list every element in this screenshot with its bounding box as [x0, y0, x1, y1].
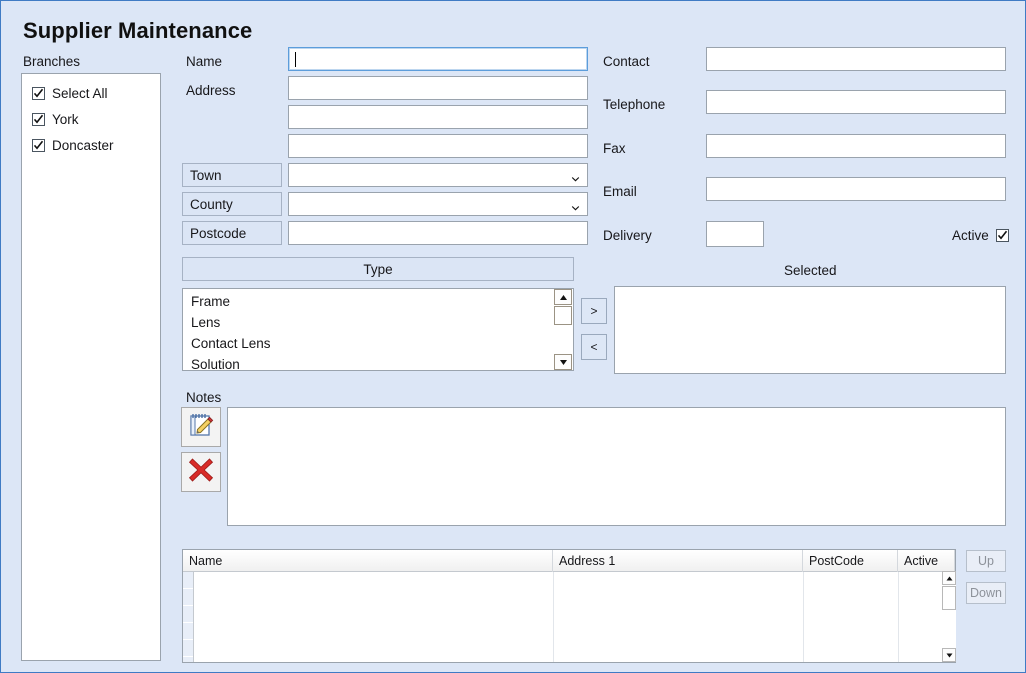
notes-textarea[interactable] [227, 407, 1006, 526]
remove-type-label: < [590, 340, 598, 354]
postcode-input[interactable] [288, 221, 588, 245]
row-header-cell [183, 589, 193, 606]
branch-checkbox-doncaster[interactable]: Doncaster [32, 137, 114, 153]
supplier-maintenance-window: Supplier Maintenance Branches Select All… [0, 0, 1026, 673]
type-selected-listbox[interactable] [614, 286, 1006, 374]
page-title: Supplier Maintenance [23, 18, 253, 43]
email-input[interactable] [706, 177, 1006, 201]
address-line-2-input[interactable] [288, 105, 588, 129]
county-button[interactable]: County [182, 192, 282, 216]
county-combobox[interactable] [288, 192, 588, 216]
move-down-button[interactable]: Down [966, 582, 1006, 604]
type-header-label: Type [363, 261, 393, 277]
address-line-3-input[interactable] [288, 134, 588, 158]
active-checkbox[interactable]: Active [952, 227, 1016, 243]
delete-note-button[interactable] [181, 452, 221, 492]
notes-label: Notes [186, 390, 222, 405]
grid-column-header-address1[interactable]: Address 1 [553, 550, 803, 572]
text-caret [295, 52, 296, 67]
fax-label: Fax [603, 141, 626, 156]
scroll-up-button[interactable] [942, 571, 956, 585]
town-button[interactable]: Town [182, 163, 282, 187]
grid-row-header-strip [183, 572, 194, 662]
scroll-down-button[interactable] [554, 354, 572, 370]
grid-header-row: Name Address 1 PostCode Active [183, 550, 955, 572]
chevron-down-icon [571, 171, 580, 182]
chevron-down-icon [571, 200, 580, 211]
suppliers-grid[interactable]: Name Address 1 PostCode Active [182, 549, 956, 663]
address-label: Address [186, 83, 236, 98]
type-header: Type [182, 257, 574, 281]
row-header-cell [183, 640, 193, 657]
branches-label: Branches [23, 54, 81, 69]
edit-note-button[interactable] [181, 407, 221, 447]
grid-column-divider [898, 572, 899, 662]
town-label: Town [190, 167, 222, 183]
county-label: County [190, 196, 233, 212]
grid-column-divider [553, 572, 554, 662]
grid-column-divider [803, 572, 804, 662]
fax-input[interactable] [706, 134, 1006, 158]
active-label: Active [952, 227, 989, 243]
branch-label: York [52, 111, 79, 127]
branch-label: Doncaster [52, 137, 114, 153]
checkbox-box [32, 86, 45, 100]
add-type-label: > [590, 304, 598, 318]
grid-column-header-name[interactable]: Name [183, 550, 553, 572]
branches-listbox[interactable]: Select All York Doncaster [21, 73, 161, 661]
telephone-input[interactable] [706, 90, 1006, 114]
scroll-down-button[interactable] [942, 648, 956, 662]
contact-input[interactable] [706, 47, 1006, 71]
telephone-label: Telephone [603, 97, 666, 112]
town-combobox[interactable] [288, 163, 588, 187]
scroll-up-button[interactable] [554, 289, 572, 305]
row-header-cell [183, 572, 193, 589]
delivery-input[interactable] [706, 221, 764, 247]
move-down-label: Down [970, 586, 1002, 600]
address-line-1-input[interactable] [288, 76, 588, 100]
grid-column-header-active[interactable]: Active [898, 550, 955, 572]
row-header-cell [183, 623, 193, 640]
name-label: Name [186, 54, 223, 69]
row-header-cell [183, 606, 193, 623]
grid-scrollbar[interactable] [942, 571, 956, 662]
type-list-scrollbar[interactable] [554, 289, 573, 370]
row-header-cell [183, 657, 193, 662]
list-item[interactable]: Solution [183, 354, 573, 370]
type-available-listbox[interactable]: Frame Lens Contact Lens Solution [182, 288, 574, 371]
name-input[interactable] [288, 47, 588, 71]
list-item[interactable]: Lens [183, 312, 573, 333]
checkbox-box [32, 112, 45, 126]
red-x-icon [188, 457, 214, 488]
remove-type-button[interactable]: < [581, 334, 607, 360]
email-label: Email [603, 184, 637, 199]
branch-label: Select All [52, 85, 108, 101]
branch-checkbox-york[interactable]: York [32, 111, 79, 127]
checkbox-box [32, 138, 45, 152]
list-item[interactable]: Contact Lens [183, 333, 573, 354]
scroll-thumb[interactable] [554, 306, 572, 325]
delivery-label: Delivery [603, 228, 652, 243]
move-up-label: Up [978, 554, 994, 568]
branch-checkbox-select-all[interactable]: Select All [32, 85, 108, 101]
scroll-thumb[interactable] [942, 586, 956, 610]
checkbox-box [995, 228, 1009, 242]
grid-column-header-postcode[interactable]: PostCode [803, 550, 898, 572]
notepad-pencil-icon [187, 411, 215, 444]
postcode-label: Postcode [190, 225, 247, 241]
contact-label: Contact [603, 54, 650, 69]
list-item[interactable]: Frame [183, 291, 573, 312]
selected-header-label: Selected [784, 263, 837, 278]
add-type-button[interactable]: > [581, 298, 607, 324]
postcode-button[interactable]: Postcode [182, 221, 282, 245]
move-up-button[interactable]: Up [966, 550, 1006, 572]
